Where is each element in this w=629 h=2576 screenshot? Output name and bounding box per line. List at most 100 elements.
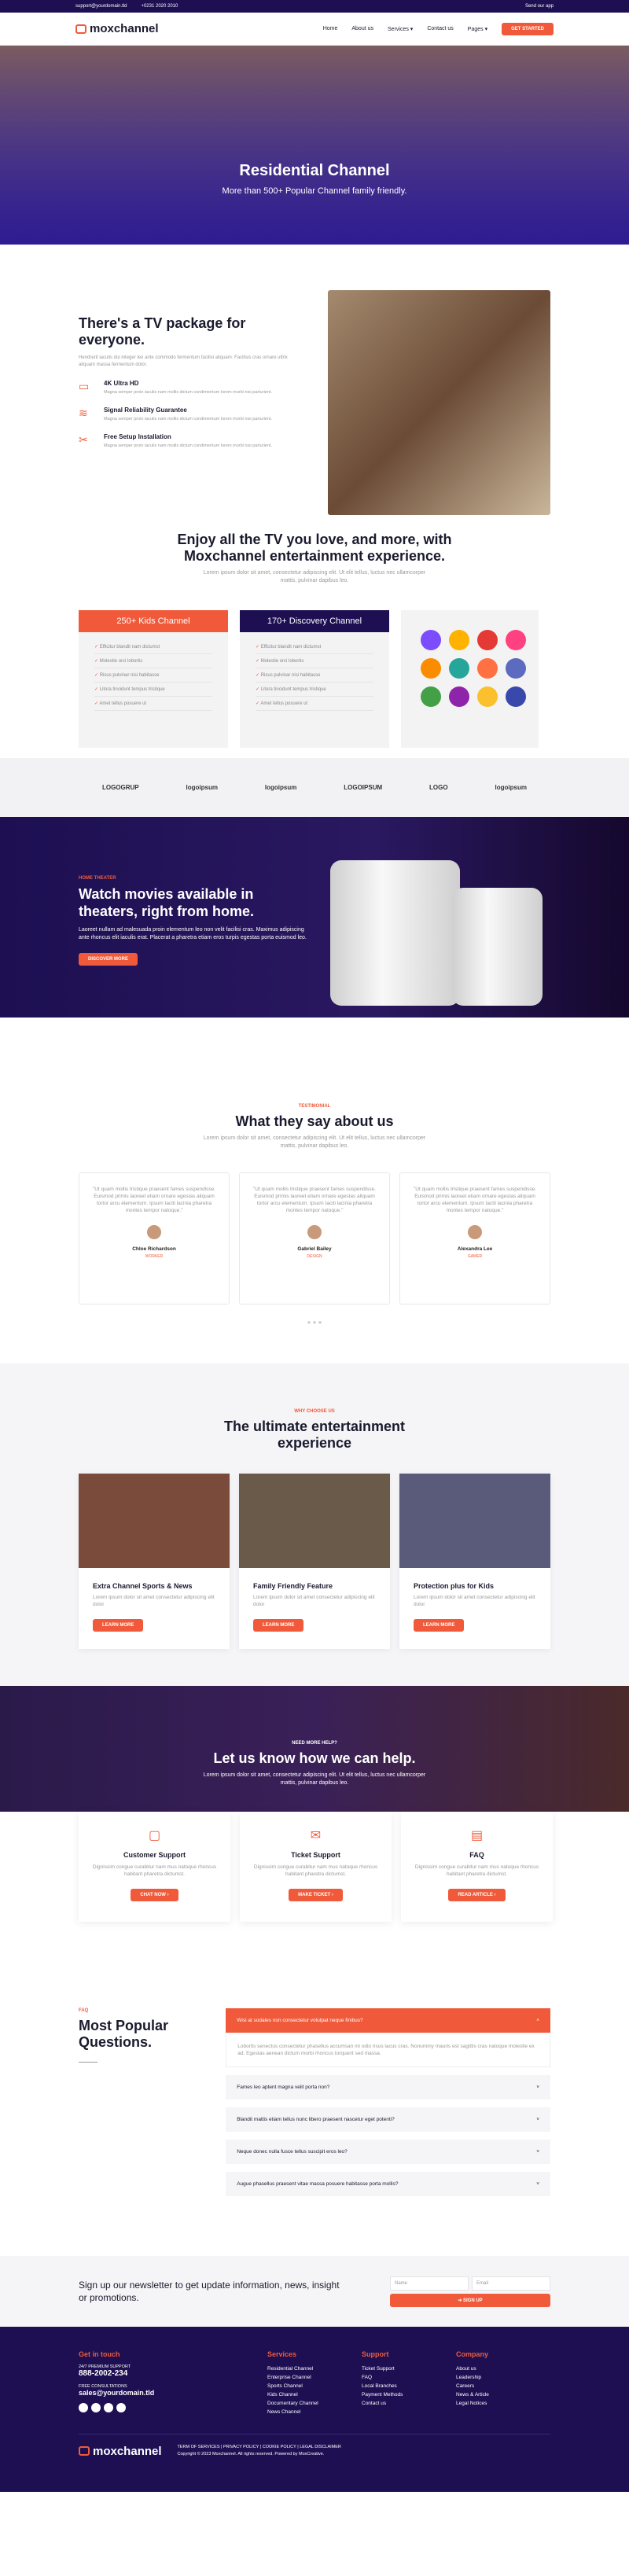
testimonial-title: What they say about us — [235, 1113, 394, 1129]
nav-link[interactable]: Pages ▾ — [468, 26, 487, 32]
carousel-dots[interactable]: ● ● ● — [0, 1319, 629, 1326]
learn-more-button[interactable]: LEARN MORE — [414, 1619, 465, 1632]
feature-title: Free Setup Installation — [104, 433, 171, 440]
enjoy-desc: Lorem ipsum dolor sit amet, consectetur … — [203, 570, 426, 583]
nav-link[interactable]: About us — [351, 26, 373, 31]
topbar: support@yourdomain.tld +0231 2020 2010 S… — [0, 0, 629, 13]
learn-more-button[interactable]: LEARN MORE — [253, 1619, 304, 1632]
faq-answer: Lobortis senectus consectetur phasellus … — [226, 2033, 550, 2067]
footer-link[interactable]: Ticket Support — [362, 2364, 456, 2373]
footer-col-title: Services — [267, 2350, 297, 2358]
app-icon[interactable] — [477, 658, 498, 679]
name-input[interactable]: Name — [390, 2276, 469, 2291]
email-input[interactable]: Email — [472, 2276, 550, 2291]
app-icon[interactable] — [449, 658, 469, 679]
plan-header: 170+ Discovery Channel — [240, 610, 389, 632]
plan-feature: Amet tellus posuere ut — [256, 697, 373, 711]
footer-link[interactable]: Documentary Channel — [267, 2399, 362, 2408]
footer-link[interactable]: News & Article — [456, 2390, 550, 2399]
feature-card: Protection plus for Kids Lorem ipsum dolo… — [399, 1474, 550, 1649]
app-icon[interactable] — [421, 686, 441, 707]
app-icon[interactable] — [506, 686, 526, 707]
feature-item: ≋ Signal Reliability Guarantee Magna sempe… — [79, 407, 304, 422]
partner-logo: LOGOGRUP — [101, 784, 139, 791]
navbar: moxchannel Home About us Services ▾ Contact… — [0, 13, 629, 46]
help-card-title: FAQ — [469, 1851, 484, 1859]
hero: Residential Channel More than 500+ Popul… — [0, 46, 629, 245]
faq-question[interactable]: Blandit mattis etiam tellus nunc libero … — [226, 2107, 550, 2132]
footer-link[interactable]: Enterprise Channel — [267, 2373, 362, 2382]
faq-question[interactable]: Fames leo aptent magna velit porta non? ˅ — [226, 2075, 550, 2099]
premium-phone[interactable]: 888-2002-234 — [79, 2369, 267, 2378]
footer-link[interactable]: FAQ — [362, 2373, 456, 2382]
ultimate-tag: WHY CHOOSE US — [294, 1409, 335, 1414]
phone-link[interactable]: +0231 2020 2010 — [141, 4, 178, 9]
instagram-icon[interactable] — [91, 2403, 101, 2412]
video-icon: ▭ — [79, 380, 90, 392]
footer-link[interactable]: News Channel — [267, 2408, 362, 2416]
footer-link[interactable]: Careers — [456, 2382, 550, 2390]
app-icon[interactable] — [506, 630, 526, 650]
testimonial-tag: TESTIMONIAL — [298, 1104, 331, 1109]
nav-link[interactable]: Contact us — [427, 26, 453, 31]
legal-links[interactable]: TERM OF SERVICES | PRIVACY POLICY | COOK… — [178, 2444, 341, 2451]
faq-question[interactable]: Wisi at sodales non consectetur volutpat… — [226, 2008, 550, 2033]
nav-link[interactable]: Home — [323, 26, 338, 31]
footer-link[interactable]: Local Branches — [362, 2382, 456, 2390]
testimonial-card: "Ut quam mollis tristique praesent fames… — [399, 1172, 550, 1305]
footer-link[interactable]: Residential Channel — [267, 2364, 362, 2373]
footer-link[interactable]: Legal Notices — [456, 2399, 550, 2408]
logo[interactable]: moxchannel — [75, 22, 159, 35]
app-icon[interactable] — [477, 630, 498, 650]
app-icon[interactable] — [506, 658, 526, 679]
faq-question-text: Neque donec nulla fusce tellus suscipit … — [237, 2149, 348, 2155]
help-card-button[interactable]: MAKE TICKET › — [289, 1889, 343, 1901]
footer-logo[interactable]: moxchannel — [79, 2445, 162, 2458]
newsletter-title: Sign up our newsletter to get update inf… — [79, 2280, 340, 2303]
help-card-button[interactable]: CHAT NOW › — [131, 1889, 178, 1901]
faq-question[interactable]: Neque donec nulla fusce tellus suscipit … — [226, 2140, 550, 2164]
footer-link[interactable]: Payment Methods — [362, 2390, 456, 2399]
twitter-icon[interactable] — [104, 2403, 113, 2412]
footer-link[interactable]: Leadership — [456, 2373, 550, 2382]
help-desc: Lorem ipsum dolor sit amet, consectetur … — [203, 1772, 426, 1786]
nav-link[interactable]: Services ▾ — [388, 26, 413, 32]
help-card-button[interactable]: READ ARTICLE › — [448, 1889, 506, 1901]
get-started-button[interactable]: GET STARTED — [502, 22, 554, 35]
testimonial-name: Chloe Richardson — [132, 1246, 176, 1252]
footer: Get in touch 24/7 PREMIUM SUPPORT 888-20… — [0, 2327, 629, 2492]
plan-card: 170+ Discovery Channel Efficitur blandit … — [240, 610, 389, 748]
faq-question-text: Fames leo aptent magna velit porta non? — [237, 2085, 330, 2090]
footer-link[interactable]: Sports Channel — [267, 2382, 362, 2390]
feature-desc: Magna semper proin iaculis nam mollis di… — [104, 417, 272, 421]
app-icon[interactable] — [449, 630, 469, 650]
faq-question-text: Blandit mattis etiam tellus nunc libero … — [237, 2117, 395, 2122]
app-icon[interactable] — [421, 630, 441, 650]
partner-logo: LOGOIPSUM — [344, 784, 383, 791]
app-icon[interactable] — [421, 658, 441, 679]
feature-card: Extra Channel Sports & News Lorem ipsum d… — [79, 1474, 230, 1649]
learn-more-button[interactable]: LEARN MORE — [93, 1619, 144, 1632]
footer-link[interactable]: Contact us — [362, 2399, 456, 2408]
youtube-icon[interactable] — [116, 2403, 126, 2412]
sign-up-button[interactable]: ➔ SIGN UP — [390, 2293, 550, 2307]
app-link[interactable]: Send our app — [525, 4, 554, 9]
feature-card-title: Family Friendly Feature — [253, 1582, 333, 1590]
plan-feature: Risus pulvinar nisi habitasse — [256, 668, 373, 683]
help-card-desc: Dignissim congue curabitur nam mus natoq… — [253, 1864, 378, 1877]
footer-link[interactable]: About us — [456, 2364, 550, 2373]
tv-logo-icon — [79, 2446, 90, 2456]
facebook-icon[interactable] — [79, 2403, 88, 2412]
partner-logos: LOGOGRUP logoipsum logoipsum LOGOIPSUM LOGO l… — [0, 758, 629, 817]
discover-more-button[interactable]: DISCOVER MORE — [79, 953, 138, 966]
app-icon[interactable] — [477, 686, 498, 707]
email-link[interactable]: support@yourdomain.tld — [75, 4, 127, 9]
consult-email[interactable]: sales@yourdomain.tld — [79, 2389, 267, 2397]
testimonial-card: "Ut quam mollis tristique praesent fames… — [239, 1172, 390, 1305]
app-icon[interactable] — [449, 686, 469, 707]
chevron-down-icon: ˅ — [536, 2117, 539, 2122]
faq-question[interactable]: Augue phasellus praesent vitae massa pos… — [226, 2172, 550, 2196]
chevron-down-icon: ˅ — [536, 2085, 539, 2090]
feature-card-title: Extra Channel Sports & News — [93, 1582, 193, 1590]
footer-link[interactable]: Kids Channel — [267, 2390, 362, 2399]
